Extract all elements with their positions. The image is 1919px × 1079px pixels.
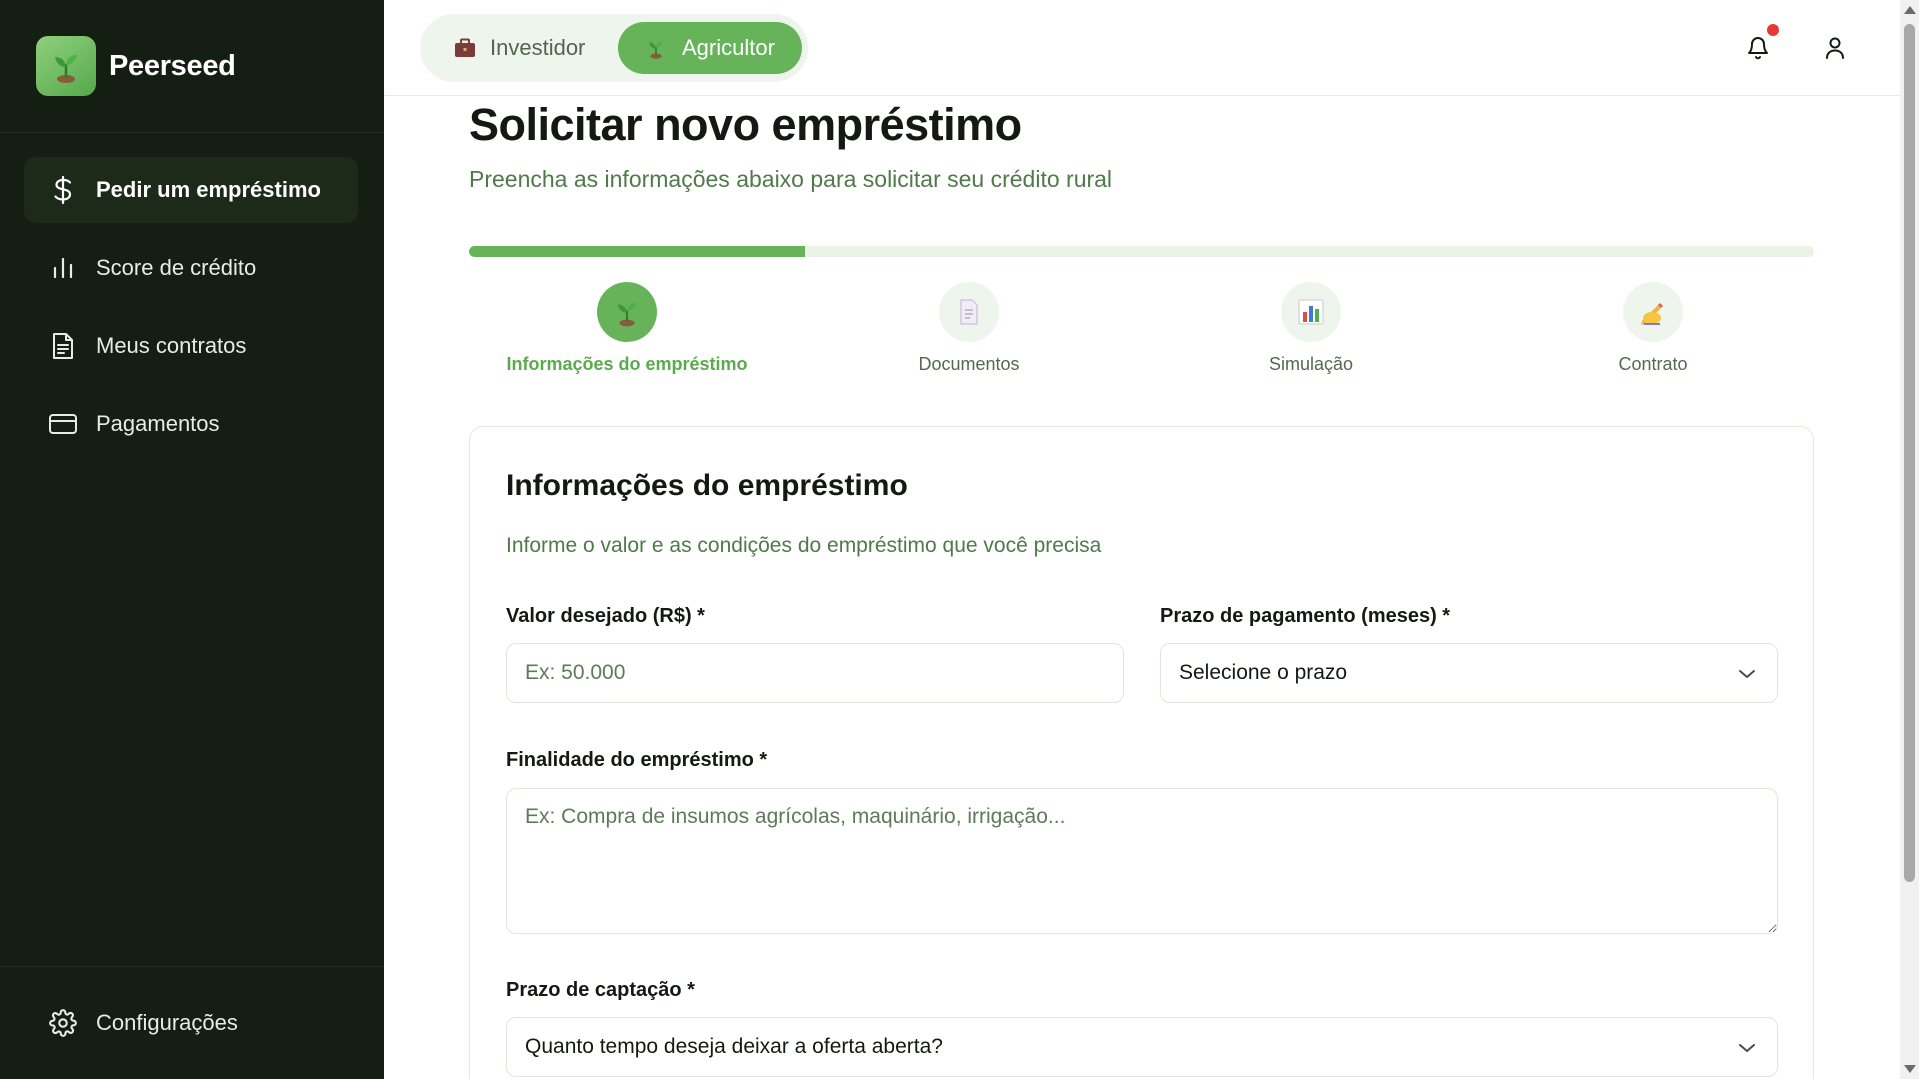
page-scrollbar[interactable] (1900, 0, 1919, 1079)
scroll-down-arrow-icon[interactable] (1904, 1065, 1916, 1073)
role-investor-label: Investidor (490, 35, 586, 60)
role-farmer-label: Agricultor (682, 35, 775, 60)
term-select-value: Selecione o prazo (1179, 661, 1348, 684)
step-documentos[interactable]: Documentos (819, 282, 1119, 375)
step-contrato[interactable]: Contrato (1503, 282, 1803, 375)
step-simulacao[interactable]: Simulação (1161, 282, 1461, 375)
role-farmer-button[interactable]: Agricultor (618, 22, 802, 74)
sidebar-divider (0, 966, 384, 967)
term-select[interactable]: Selecione o prazo (1160, 643, 1778, 703)
step-label: Informações do empréstimo (506, 354, 748, 374)
sidebar-item-label: Score de crédito (96, 255, 257, 280)
step-informacoes[interactable]: Informações do empréstimo (477, 282, 777, 375)
sidebar-nav: Pedir um empréstimo Score de crédito Meu… (24, 157, 358, 469)
purpose-textarea[interactable] (506, 788, 1778, 934)
step-label: Contrato (1618, 354, 1688, 374)
notification-badge (1767, 24, 1779, 36)
term-label: Prazo de pagamento (meses) * (1160, 605, 1451, 627)
top-header: Investidor Agricultor (384, 0, 1900, 96)
sidebar-item-pagamentos[interactable]: Pagamentos (24, 391, 358, 457)
progress-bar (469, 246, 1814, 257)
role-toggle: Investidor Agricultor (420, 14, 808, 82)
brand-name: Peerseed (109, 49, 236, 82)
funding-select-value: Quanto tempo deseja deixar a oferta aber… (525, 1035, 943, 1058)
funding-label: Prazo de captação * (506, 979, 695, 1001)
brand[interactable]: Peerseed (36, 36, 236, 96)
user-icon (1826, 37, 1844, 59)
amount-input[interactable] (506, 643, 1124, 703)
card-subtitle: Informe o valor e as condições do emprés… (506, 534, 1102, 557)
purpose-label: Finalidade do empréstimo * (506, 749, 768, 771)
step-label: Simulação (1268, 354, 1354, 374)
scroll-up-arrow-icon[interactable] (1904, 6, 1916, 14)
page-title: Solicitar novo empréstimo (469, 99, 1022, 150)
funding-select[interactable]: Quanto tempo deseja deixar a oferta aber… (506, 1017, 1778, 1077)
step-label: Documentos (918, 354, 1020, 374)
chevron-down-icon (1737, 664, 1757, 684)
briefcase-icon (454, 38, 476, 58)
sidebar-item-score-credito[interactable]: Score de crédito (24, 235, 358, 301)
dollar-icon (48, 175, 78, 205)
bar-chart-icon (1281, 282, 1341, 342)
bell-icon (1748, 37, 1768, 60)
seedling-logo-icon (36, 36, 96, 96)
scrollbar-thumb[interactable] (1904, 24, 1915, 882)
progress-bar-fill (469, 246, 806, 257)
seedling-icon (597, 282, 657, 342)
seedling-icon (644, 36, 668, 60)
page-icon (939, 282, 999, 342)
sidebar-item-configuracoes[interactable]: Configurações (48, 1008, 238, 1038)
role-investor-button[interactable]: Investidor (430, 22, 606, 74)
document-icon (48, 331, 78, 361)
sidebar-divider (0, 132, 384, 133)
credit-card-icon (48, 409, 78, 439)
gear-icon (48, 1008, 78, 1038)
sidebar-item-label: Configurações (96, 1010, 238, 1035)
sidebar: Peerseed Pedir um empréstimo Score de cr… (0, 0, 384, 1079)
card-title: Informações do empréstimo (506, 469, 908, 502)
sidebar-item-label: Pagamentos (96, 411, 220, 436)
sidebar-item-label: Meus contratos (96, 333, 247, 358)
loan-info-card: Informações do empréstimo Informe o valo… (469, 426, 1814, 1079)
user-menu-button[interactable] (1817, 30, 1853, 66)
chevron-down-icon (1737, 1038, 1757, 1058)
bar-chart-icon (48, 253, 78, 283)
amount-label: Valor desejado (R$) * (506, 605, 705, 627)
page-subtitle: Preencha as informações abaixo para soli… (469, 166, 1113, 192)
sidebar-item-label: Pedir um empréstimo (96, 177, 321, 202)
writing-hand-icon (1623, 282, 1683, 342)
sidebar-item-meus-contratos[interactable]: Meus contratos (24, 313, 358, 379)
sidebar-item-pedir-emprestimo[interactable]: Pedir um empréstimo (24, 157, 358, 223)
